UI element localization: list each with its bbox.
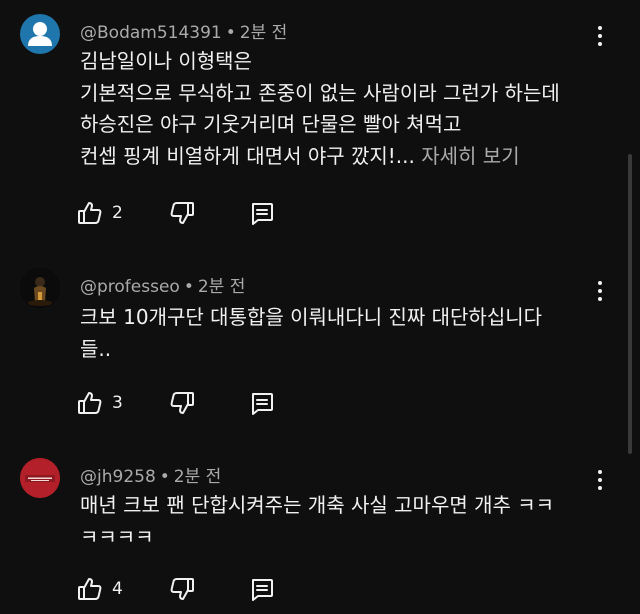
photo-avatar [20,268,60,308]
comment-line-last: 컨셉 핑계 비열하게 대면서 야구 깠지!... 자세히 보기 [80,141,600,173]
comment-time[interactable]: 2분 전 [198,277,246,297]
dislike-button[interactable] [168,575,196,603]
dislike-button[interactable] [168,389,196,417]
meta-separator: • [159,467,170,487]
comment-meta: @professeo • 2분 전 [80,272,245,297]
read-more-link[interactable]: 자세히 보기 [421,144,519,168]
thumb-down-icon [170,392,194,414]
comment-author[interactable]: @professeo [80,277,180,297]
reply-icon [252,203,273,225]
more-vert-icon[interactable] [592,468,608,492]
like-count: 2 [112,203,123,223]
comment-line: 매년 크보 팬 단합시켜주는 개축 사실 고마우면 개추 ㅋㅋ [80,493,555,517]
comment-author[interactable]: @Bodam514391 [80,23,222,43]
more-vert-icon[interactable] [592,279,608,303]
comment-meta: @Bodam514391 • 2분 전 [80,18,287,43]
scrollbar[interactable] [628,154,632,454]
thumb-down-icon [170,202,194,224]
reply-button[interactable] [248,199,276,227]
comment-time[interactable]: 2분 전 [174,467,222,487]
default-person-icon [28,22,52,46]
reply-icon [252,579,273,601]
comment-line: 크보 10개구단 대통합을 이뤄내다니 진짜 대단하십니다 [80,305,543,329]
thumb-up-icon [78,392,102,414]
comment-text: 김남일이나 이형택은 기본적으로 무식하고 존중이 없는 사람이라 그런가 하는… [80,46,600,172]
like-button[interactable]: 4 [76,575,123,603]
comment-line: 컨셉 핑계 비열하게 대면서 야구 깠지!... [80,143,415,168]
comment-time[interactable]: 2분 전 [240,23,288,43]
avatar[interactable] [20,268,60,308]
comment-author[interactable]: @jh9258 [80,467,156,487]
more-vert-icon[interactable] [592,24,608,48]
like-button[interactable]: 3 [76,389,123,417]
comment-line: 김남일이나 이형택은 [80,49,252,73]
thumb-up-icon [78,202,102,224]
comment-line: ㅋㅋㅋㅋ [80,524,154,549]
comment-meta: @jh9258 • 2분 전 [80,462,221,487]
red-badge-avatar [20,458,60,498]
thumb-down-icon [170,578,194,600]
avatar[interactable] [20,458,60,498]
comment-line: 하승진은 야구 기웃거리며 단물은 빨아 쳐먹고 [80,112,462,136]
comment-line: 기본적으로 무식하고 존중이 없는 사람이라 그런가 하는데 [80,80,560,105]
like-count: 4 [112,579,123,599]
reply-button[interactable] [248,575,276,603]
comment-text: 크보 10개구단 대통합을 이뤄내다니 진짜 대단하십니다 들.. [80,302,600,365]
reply-icon [252,393,273,415]
dislike-button[interactable] [168,199,196,227]
meta-separator: • [225,23,236,43]
comment-line: 들.. [80,336,112,361]
thumb-up-icon [78,578,102,600]
like-button[interactable]: 2 [76,199,123,227]
comment-text: 매년 크보 팬 단합시켜주는 개축 사실 고마우면 개추 ㅋㅋ ㅋㅋㅋㅋ [80,490,600,553]
avatar[interactable] [20,14,60,54]
like-count: 3 [112,393,123,413]
reply-button[interactable] [248,389,276,417]
meta-separator: • [183,277,194,297]
